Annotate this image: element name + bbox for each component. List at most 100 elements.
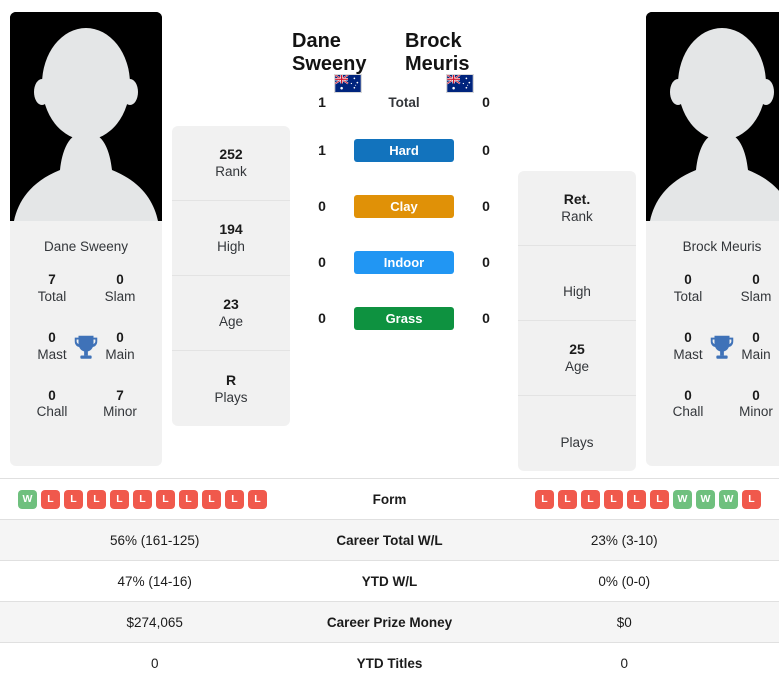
form-badge[interactable]: W <box>696 489 715 509</box>
h2h-row-grass: 0 Grass 0 <box>290 290 518 346</box>
left-player-trophy-card: Dane Sweeny 7 Total 0 Slam 0 Mast 0 Main… <box>10 221 162 466</box>
form-badge[interactable]: L <box>558 489 577 509</box>
right-plays-cell: Plays <box>518 396 636 471</box>
form-badge[interactable]: L <box>650 489 669 509</box>
left-high-cell: 194 High <box>172 201 290 276</box>
trophy-row-mast-main: 0 Mast 0 Main <box>24 330 148 364</box>
trophy-stat-total: 0 Total <box>660 272 716 306</box>
trophy-stat-chall: 0 Chall <box>24 388 80 422</box>
trophy-row-total-slam: 0 Total 0 Slam <box>660 272 779 306</box>
form-badge[interactable]: W <box>18 489 37 509</box>
table-row: 56% (161-125) Career Total W/L 23% (3-10) <box>0 519 779 561</box>
form-badge[interactable]: L <box>41 489 60 509</box>
table-row: 0 YTD Titles 0 <box>0 642 779 684</box>
player-names-row: Dane Sweeny Brock Meuris <box>290 30 518 75</box>
trophy-total-value: 7 <box>48 272 56 287</box>
h2h-indoor-right-score: 0 <box>482 254 490 270</box>
age-label: Age <box>218 314 244 330</box>
h2h-clay-left-score: 0 <box>318 198 326 214</box>
right-stat-value: $0 <box>616 614 632 630</box>
surface-badge-hard[interactable]: Hard <box>354 138 454 162</box>
surface-badge-clay[interactable]: Clay <box>354 194 454 218</box>
form-row-label: Form <box>372 491 407 507</box>
rank-label: Rank <box>215 164 247 180</box>
form-badge[interactable]: L <box>225 489 244 509</box>
h2h-grass-left-score: 0 <box>318 310 326 326</box>
left-form-cell: WLLLLLLLLLL <box>0 479 309 520</box>
right-stat-value: 0 <box>620 655 629 671</box>
trophy-row-chall-minor: 0 Chall 0 Minor <box>660 388 779 422</box>
right-rank-column: Ret. Rank High 25 Age Plays <box>518 171 636 471</box>
left-rank-value: 252 <box>219 146 243 163</box>
trophy-chall-label: Chall <box>672 404 704 420</box>
form-badge[interactable]: L <box>627 489 646 509</box>
right-trophy-grid: 0 Total 0 Slam 0 Mast 0 Main 0 Chall 0 M… <box>654 272 779 421</box>
right-form-cell: LLLLLLWWWL <box>470 479 779 520</box>
high-label: High <box>217 239 245 255</box>
stat-row-label: YTD W/L <box>361 573 418 589</box>
left-rank-cell: 252 Rank <box>172 126 290 201</box>
left-rank-column: 252 Rank 194 High 23 Age R Plays <box>172 126 290 426</box>
left-player-photo[interactable] <box>10 12 162 221</box>
trophy-minor-value: 0 <box>752 387 760 403</box>
form-badge[interactable]: L <box>179 489 198 509</box>
form-badge[interactable]: L <box>248 489 267 509</box>
h2h-row-total: 1 Total 0 <box>290 82 518 122</box>
left-age-value: 23 <box>223 296 239 313</box>
left-stat-value: 47% (14-16) <box>117 573 192 589</box>
trophy-stat-slam: 0 Slam <box>92 272 148 306</box>
right-high-cell: High <box>518 246 636 321</box>
left-high-value: 194 <box>219 221 243 238</box>
form-badge[interactable]: L <box>742 489 761 509</box>
form-badge[interactable]: L <box>581 489 600 509</box>
player-silhouette-icon <box>10 12 162 221</box>
trophy-total-label: Total <box>37 288 67 304</box>
age-label: Age <box>564 359 590 375</box>
surface-badge-indoor[interactable]: Indoor <box>354 250 454 274</box>
left-player-name[interactable]: Dane Sweeny <box>292 30 405 76</box>
left-age-cell: 23 Age <box>172 276 290 351</box>
trophy-stat-chall: 0 Chall <box>660 388 716 422</box>
rank-label: Rank <box>561 209 593 225</box>
right-player-trophy-card: Brock Meuris 0 Total 0 Slam 0 Mast 0 Mai… <box>646 221 779 466</box>
trophy-stat-minor: 0 Minor <box>728 388 779 422</box>
h2h-grass-right-score: 0 <box>482 310 490 326</box>
trophy-slam-value: 0 <box>116 272 124 287</box>
left-stat-value: 56% (161-125) <box>110 532 200 548</box>
h2h-total-right-score: 0 <box>482 94 490 110</box>
right-form-strip: LLLLLLWWWL <box>470 489 779 509</box>
trophy-row-chall-minor: 0 Chall 7 Minor <box>24 388 148 422</box>
trophy-stat-slam: 0 Slam <box>728 272 779 306</box>
trophy-stat-minor: 7 Minor <box>92 388 148 422</box>
form-badge[interactable]: L <box>87 489 106 509</box>
player-silhouette-icon <box>646 12 779 221</box>
form-badge[interactable]: L <box>133 489 152 509</box>
form-badge[interactable]: L <box>156 489 175 509</box>
stat-row-label: YTD Titles <box>356 655 423 671</box>
trophy-stat-total: 7 Total <box>24 272 80 306</box>
center-h2h-column: Dane Sweeny Brock Meuris 1 Total 0 1 Har… <box>290 12 518 346</box>
surface-badge-grass[interactable]: Grass <box>354 306 454 330</box>
form-badge[interactable]: L <box>64 489 83 509</box>
surface-badge-total: Total <box>388 94 420 110</box>
form-badge[interactable]: L <box>604 489 623 509</box>
comparison-stats-table: W L L L L L L L L L L Form L L L L L L W W W L 56% (161-125) Ca… <box>0 478 779 684</box>
trophy-minor-label: Minor <box>739 404 773 420</box>
trophy-minor-label: Minor <box>103 404 137 420</box>
right-stat-value: 0% (0-0) <box>598 573 651 589</box>
right-player-photo[interactable] <box>646 12 779 221</box>
form-badge[interactable]: W <box>719 489 738 509</box>
form-badge[interactable]: W <box>673 489 692 509</box>
right-rank-value: Ret. <box>563 191 591 208</box>
stat-row-label: Career Total W/L <box>336 532 443 548</box>
trophy-total-value: 0 <box>684 272 692 287</box>
form-badge[interactable]: L <box>535 489 554 509</box>
left-player-card-name: Dane Sweeny <box>43 239 129 254</box>
right-age-cell: 25 Age <box>518 321 636 396</box>
plays-label: Plays <box>560 434 594 450</box>
right-player-name[interactable]: Brock Meuris <box>405 30 516 76</box>
table-row: 47% (14-16) YTD W/L 0% (0-0) <box>0 560 779 602</box>
form-badge[interactable]: L <box>202 489 221 509</box>
left-stat-value: 0 <box>150 655 159 671</box>
form-badge[interactable]: L <box>110 489 129 509</box>
